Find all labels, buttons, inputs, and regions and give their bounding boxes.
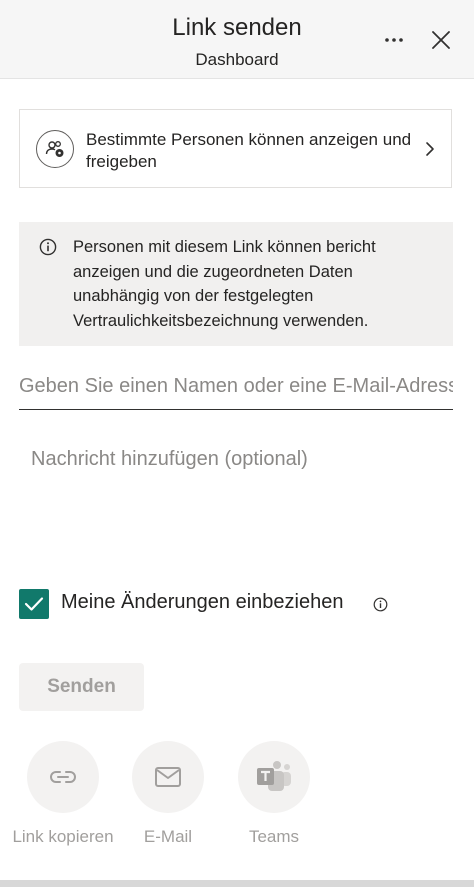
share-dialog: Link senden Dashboard Bestimmte Personen…: [0, 0, 474, 880]
more-options-button[interactable]: [378, 24, 410, 56]
bottom-divider: [0, 880, 474, 887]
recipient-input[interactable]: [19, 364, 453, 410]
email-option[interactable]: E-Mail: [113, 741, 223, 847]
copy-link-option[interactable]: Link kopieren: [8, 741, 118, 847]
teams-option[interactable]: Teams: [219, 741, 329, 847]
people-settings-icon: [36, 130, 74, 168]
include-changes-checkbox[interactable]: [19, 589, 49, 619]
info-message-box: Personen mit diesem Link können bericht …: [19, 222, 453, 346]
email-button[interactable]: [132, 741, 204, 813]
teams-label: Teams: [248, 827, 300, 846]
close-icon: [432, 31, 450, 49]
dialog-header: Link senden Dashboard: [0, 0, 474, 79]
email-label: E-Mail: [143, 827, 193, 846]
include-changes-label: Meine Änderungen einbeziehen: [61, 591, 344, 613]
message-input[interactable]: [19, 436, 453, 556]
link-icon: [50, 771, 76, 783]
close-button[interactable]: [425, 24, 457, 56]
link-permissions-label: Bestimmte Personen können anzeigen und f…: [86, 130, 412, 171]
checkmark-icon: [24, 597, 44, 611]
teams-icon: [257, 761, 291, 791]
info-message-text: Personen mit diesem Link können bericht …: [73, 238, 376, 330]
info-icon: [39, 238, 57, 256]
copy-link-label: Link kopieren: [12, 827, 114, 846]
chevron-right-icon: [426, 142, 434, 156]
more-horizontal-icon: [385, 38, 403, 42]
send-button[interactable]: Senden: [19, 663, 144, 711]
link-permissions-button[interactable]: Bestimmte Personen können anzeigen und f…: [19, 109, 452, 188]
teams-button[interactable]: [238, 741, 310, 813]
info-icon[interactable]: [373, 597, 388, 612]
mail-icon: [155, 767, 181, 787]
copy-link-button[interactable]: [27, 741, 99, 813]
